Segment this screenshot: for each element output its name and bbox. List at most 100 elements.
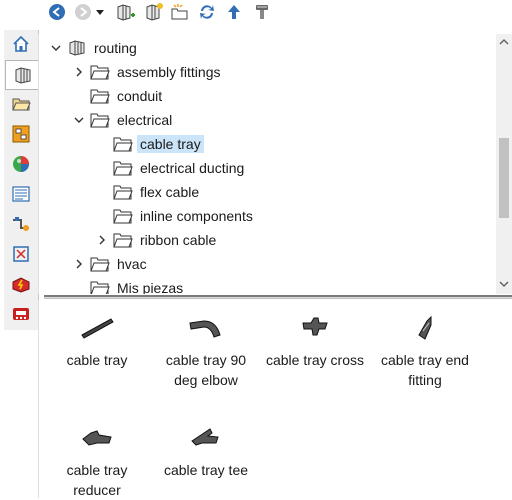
tree-item-label: routing [94, 40, 137, 56]
tree-item-routing[interactable]: routing [49, 37, 140, 59]
library-gallery: cable tray cable tray 90 deg elbow cable… [38, 300, 512, 498]
toolbox-icon [12, 277, 29, 293]
chevron-down-icon[interactable] [72, 113, 86, 127]
gallery-item-cable-tray[interactable]: cable tray [41, 306, 153, 370]
gallery-item-cable-tray-tee[interactable]: cable tray tee [150, 416, 262, 480]
folder-open-icon [90, 113, 110, 128]
tree-item-assembly-fittings[interactable]: assembly fittings [72, 61, 223, 83]
gallery-item-label: cable tray cross [265, 352, 365, 368]
electrical-icon [12, 246, 29, 262]
tree-item-cable-tray[interactable]: cable tray [113, 133, 204, 155]
options-icon [256, 5, 268, 19]
tree-item-label: assembly fittings [117, 64, 221, 80]
task-pane-tabs [0, 0, 39, 498]
end-fitting-icon [418, 315, 432, 340]
history-dropdown[interactable] [94, 2, 106, 22]
cross-icon [302, 317, 328, 336]
custom-properties-tab[interactable] [5, 180, 36, 208]
scroll-thumb[interactable] [499, 138, 509, 218]
folder-icon [113, 137, 133, 152]
library-tree: routing assembly fittings conduit electr… [38, 34, 512, 294]
tree-item-label: Mis piezas [117, 280, 184, 294]
add-library-button[interactable] [116, 2, 136, 22]
cable-tray-icon [81, 318, 114, 339]
library-icon [69, 40, 85, 56]
gallery-item-label: cable tray tee [163, 462, 249, 478]
chevron-right-icon[interactable] [95, 233, 109, 247]
tree-item-hvac[interactable]: hvac [72, 253, 150, 275]
folder-icon [113, 161, 133, 176]
routing-library-icon [12, 217, 29, 231]
gallery-item-label-line2: deg elbow [174, 372, 238, 388]
tree-item-label: electrical [117, 112, 173, 128]
pane-splitter[interactable] [44, 295, 512, 299]
tree-item-ribbon-cable[interactable]: ribbon cable [95, 229, 219, 251]
folder-icon [113, 185, 133, 200]
options-button[interactable] [252, 2, 272, 22]
gallery-item-label: cable tray end [381, 352, 469, 368]
refresh-button[interactable] [197, 2, 217, 22]
electrical-tab[interactable] [5, 240, 36, 268]
folder-icon [90, 89, 110, 104]
new-folder-button[interactable] [170, 2, 190, 22]
folder-icon [90, 257, 110, 272]
task-pane-tab-strip [4, 30, 39, 330]
chevron-down-icon[interactable] [49, 41, 63, 55]
forward-icon [75, 4, 91, 20]
gallery-item-label: cable tray [66, 352, 128, 368]
view-palette-icon [12, 125, 29, 143]
chevron-right-icon[interactable] [72, 65, 86, 79]
tree-item-inline-components[interactable]: inline components [113, 205, 256, 227]
gallery-item-label-line2: fitting [408, 372, 442, 388]
tree-item-label: inline components [140, 208, 253, 224]
home-tab[interactable] [5, 30, 36, 58]
up-one-level-button[interactable] [224, 2, 244, 22]
reducer-icon [82, 430, 112, 446]
tree-item-conduit[interactable]: conduit [90, 85, 165, 107]
forum-tab[interactable] [5, 300, 36, 328]
appearances-icon [12, 156, 29, 172]
up-level-icon [228, 5, 240, 19]
custom-properties-icon [11, 186, 30, 202]
back-icon [49, 4, 65, 20]
add-file-location-button[interactable] [144, 2, 164, 22]
chevron-right-icon[interactable] [72, 257, 86, 271]
gallery-item-cable-tray-end-fitting[interactable]: cable tray end fitting [369, 306, 481, 390]
gallery-item-cable-tray-reducer[interactable]: cable tray reducer [41, 416, 153, 500]
tree-item-label: conduit [117, 88, 163, 104]
back-button[interactable] [47, 2, 67, 22]
design-library-icon [15, 67, 30, 84]
forward-button[interactable] [73, 2, 93, 22]
history-dropdown-icon [96, 10, 104, 15]
elbow-icon [189, 320, 221, 338]
file-explorer-icon [11, 98, 31, 111]
tree-item-mis-piezas[interactable]: Mis piezas [90, 277, 186, 294]
gallery-item-label: cable tray 90 [165, 352, 247, 368]
tree-item-label: ribbon cable [140, 232, 217, 248]
home-icon [12, 35, 29, 52]
file-explorer-tab[interactable] [5, 90, 36, 118]
refresh-icon [200, 5, 214, 19]
folder-icon [113, 209, 133, 224]
gallery-item-cable-tray-90-deg-elbow[interactable]: cable tray 90 deg elbow [150, 306, 262, 390]
gallery-item-cable-tray-cross[interactable]: cable tray cross [259, 306, 371, 370]
tree-scrollbar[interactable] [496, 34, 512, 294]
add-folder-icon [146, 3, 163, 21]
new-folder-icon [171, 4, 188, 20]
view-palette-tab[interactable] [5, 120, 36, 148]
scroll-up-icon[interactable] [499, 38, 509, 46]
tree-item-label: electrical ducting [140, 160, 245, 176]
routing-library-tab[interactable] [5, 210, 36, 238]
appearances-tab[interactable] [5, 150, 36, 178]
tree-item-electrical[interactable]: electrical [72, 109, 175, 131]
library-toolbar [44, 0, 512, 24]
tree-item-electrical-ducting[interactable]: electrical ducting [113, 157, 247, 179]
gallery-item-label-line2: reducer [73, 482, 121, 498]
toolbox-tab[interactable] [5, 270, 36, 298]
tree-item-flex-cable[interactable]: flex cable [113, 181, 202, 203]
gallery-item-label: cable tray [66, 462, 128, 478]
design-library-tab[interactable] [5, 60, 39, 90]
folder-icon [113, 233, 133, 248]
tee-icon [191, 428, 219, 446]
scroll-down-icon[interactable] [499, 280, 509, 288]
